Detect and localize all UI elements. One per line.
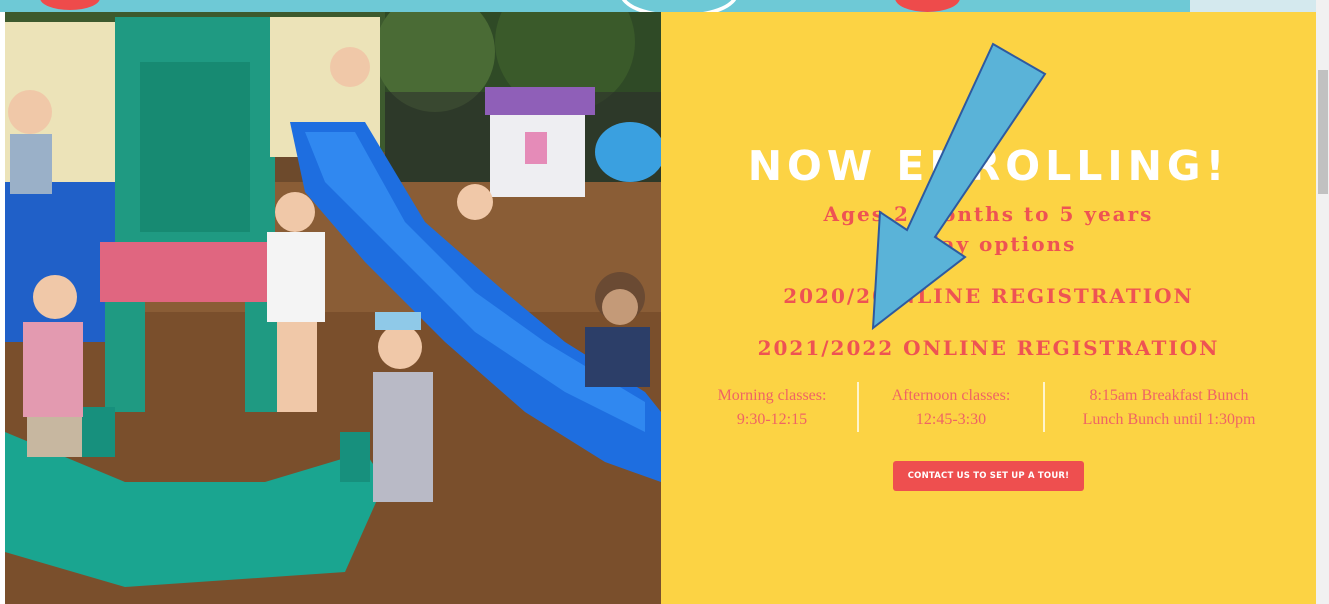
schedule-detail: Lunch Bunch until 1:30pm — [1082, 411, 1256, 428]
divider — [1043, 382, 1045, 432]
header-shape — [895, 0, 960, 12]
schedule-bunch: 8:15am Breakfast Bunch Lunch Bunch until… — [1059, 384, 1279, 432]
schedule-detail: 9:30-12:15 — [736, 411, 808, 428]
schedule-detail: 12:45-3:30 — [915, 411, 987, 428]
contact-tour-button[interactable]: CONTACT US TO SET UP A TOUR! — [893, 461, 1084, 491]
header-shape — [1190, 0, 1316, 12]
header-decoration — [0, 0, 1316, 12]
schedule-title: Morning classes: — [717, 387, 827, 404]
schedule-title: 8:15am Breakfast Bunch — [1089, 387, 1249, 404]
header-shape — [620, 0, 738, 12]
divider — [857, 382, 859, 432]
schedule-title: Afternoon classes: — [891, 387, 1011, 404]
schedule-morning: Morning classes: 9:30-12:15 — [697, 384, 847, 432]
header-shape — [40, 0, 100, 10]
down-left-arrow-icon — [871, 42, 1047, 331]
registration-link-2021[interactable]: 2021/2022 ONLINE REGISTRATION — [661, 336, 1316, 360]
schedule-afternoon: Afternoon classes: 12:45-3:30 — [871, 384, 1031, 432]
scrollbar-thumb[interactable] — [1318, 70, 1328, 194]
playground-photo — [5, 12, 661, 604]
